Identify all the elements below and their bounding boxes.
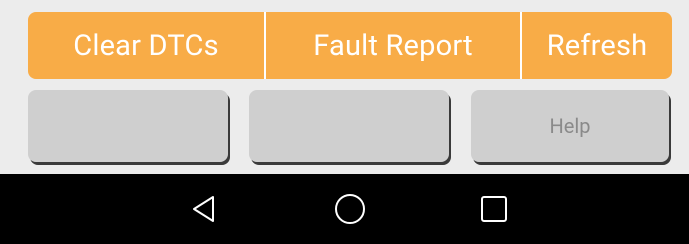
- back-button[interactable]: [184, 189, 224, 229]
- home-icon: [335, 194, 365, 224]
- action-toolbar: Clear DTCs Fault Report Refresh: [28, 12, 672, 79]
- home-button[interactable]: [330, 189, 370, 229]
- fault-report-button[interactable]: Fault Report: [266, 12, 522, 79]
- blank-button-2[interactable]: [249, 90, 449, 162]
- app-content: Clear DTCs Fault Report Refresh Help: [0, 0, 689, 174]
- recents-button[interactable]: [474, 189, 514, 229]
- recents-icon: [481, 196, 507, 222]
- blank-button-1[interactable]: [28, 90, 228, 162]
- back-icon: [193, 196, 214, 222]
- help-button[interactable]: Help: [471, 90, 669, 162]
- refresh-button[interactable]: Refresh: [522, 12, 672, 79]
- system-navigation-bar: [0, 174, 689, 244]
- clear-dtcs-button[interactable]: Clear DTCs: [28, 12, 266, 79]
